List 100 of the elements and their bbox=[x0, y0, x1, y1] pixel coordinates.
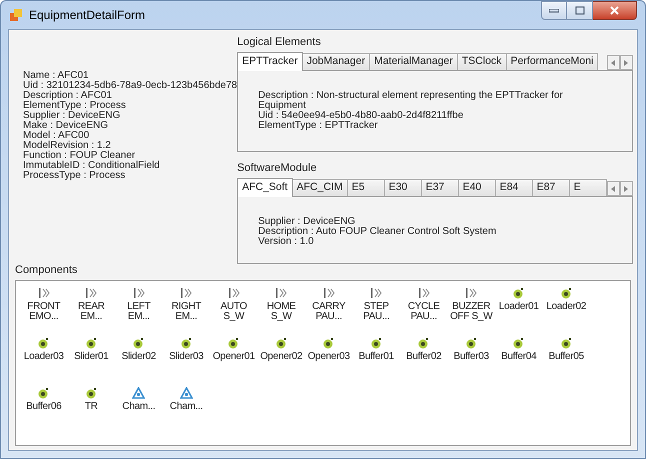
component-item[interactable]: Cham... bbox=[170, 402, 203, 412]
tab[interactable]: E37 bbox=[422, 179, 459, 196]
arrow-right-icon bbox=[624, 186, 628, 192]
property-text: ElementType : Process bbox=[23, 101, 127, 111]
switch-icon bbox=[418, 288, 430, 298]
tab[interactable]: E30 bbox=[384, 179, 422, 196]
component-item[interactable]: CYCLE PAU... bbox=[400, 302, 447, 322]
tab[interactable]: JobManager bbox=[302, 53, 370, 70]
unit-icon bbox=[38, 338, 48, 348]
tab[interactable]: PerformanceMoni bbox=[506, 53, 598, 70]
detail-text: Supplier : DeviceENG bbox=[258, 217, 356, 227]
property-text: ImmutableID : ConditionalField bbox=[23, 161, 161, 171]
detail-text: Description : Auto FOUP Cleaner Control Soft System bbox=[258, 227, 498, 237]
component-item[interactable]: Buffer04 bbox=[501, 352, 536, 362]
component-item[interactable]: HOME S_W bbox=[258, 302, 304, 322]
property-text: Uid : 32101234-5db6-78a9-0ecb-123b456bde78 bbox=[23, 81, 238, 91]
detail-text: ElementType : EPTTracker bbox=[258, 121, 379, 131]
tab[interactable]: E87 bbox=[532, 179, 570, 196]
tab[interactable]: E5 bbox=[348, 179, 385, 196]
component-item[interactable]: REAR EM... bbox=[68, 302, 114, 322]
switch-icon bbox=[228, 288, 240, 298]
component-item[interactable]: Buffer01 bbox=[358, 352, 394, 362]
component-item[interactable]: Buffer05 bbox=[548, 352, 584, 362]
arrow-right-icon bbox=[624, 60, 628, 66]
close-icon bbox=[610, 6, 619, 15]
component-item[interactable]: TR bbox=[84, 402, 98, 412]
property-text: Make : DeviceENG bbox=[23, 121, 110, 131]
arrow-left-icon bbox=[611, 186, 616, 192]
switch-icon bbox=[371, 288, 382, 298]
unit-icon bbox=[561, 288, 571, 298]
component-item[interactable]: Loader01 bbox=[498, 302, 539, 312]
unit-icon bbox=[181, 338, 191, 348]
group-label: SoftwareModule bbox=[237, 162, 318, 175]
window-title: EquipmentDetailForm bbox=[29, 7, 146, 24]
component-item[interactable]: STEP PAU... bbox=[353, 302, 400, 322]
component-item[interactable]: Buffer02 bbox=[406, 352, 442, 362]
tab-scroll-left-button[interactable] bbox=[606, 181, 620, 196]
component-item[interactable]: Buffer03 bbox=[454, 352, 489, 362]
component-item[interactable]: Slider03 bbox=[169, 352, 204, 362]
unit-icon bbox=[86, 388, 96, 398]
tab[interactable]: E40 bbox=[458, 179, 496, 196]
tab[interactable]: AFC_CIM bbox=[292, 179, 348, 196]
component-item[interactable]: Cham... bbox=[122, 402, 156, 412]
component-item[interactable]: Opener02 bbox=[260, 352, 302, 362]
tab-scroll-right-button[interactable] bbox=[620, 181, 633, 196]
unit-icon bbox=[324, 338, 334, 348]
unit-icon bbox=[134, 338, 144, 348]
minimize-icon bbox=[549, 8, 559, 12]
restore-icon bbox=[574, 6, 584, 15]
unit-icon bbox=[561, 338, 571, 348]
chamber-icon bbox=[180, 387, 193, 399]
group-label: Logical Elements bbox=[237, 36, 322, 49]
app-icon bbox=[9, 8, 23, 22]
switch-icon bbox=[86, 288, 97, 298]
unit-icon bbox=[514, 338, 524, 348]
property-text: Supplier : DeviceENG bbox=[23, 111, 122, 121]
unit-icon bbox=[514, 288, 524, 298]
switch-icon bbox=[134, 288, 144, 298]
detail-text: Uid : 54e0ee94-e5b0-4b80-aab0-2d4f8211ffbe bbox=[258, 111, 464, 121]
tab-scroll-left-button[interactable] bbox=[606, 55, 620, 70]
property-text: Function : FOUP Cleaner bbox=[23, 151, 136, 161]
component-item[interactable]: Loader02 bbox=[546, 302, 586, 312]
unit-icon bbox=[466, 338, 476, 348]
component-item[interactable]: Slider01 bbox=[74, 352, 108, 362]
tab[interactable]: EPTTracker bbox=[237, 52, 303, 71]
tab[interactable]: E84 bbox=[496, 179, 533, 196]
detail-text: Description : Non-structural element representing the EPTTracker for Equipment bbox=[258, 91, 564, 111]
component-item[interactable]: Opener01 bbox=[212, 352, 255, 362]
switch-icon bbox=[181, 288, 192, 298]
property-text: Model : AFC00 bbox=[23, 131, 90, 141]
component-item[interactable]: LEFT EM... bbox=[116, 302, 162, 322]
unit-icon bbox=[276, 338, 286, 348]
unit-icon bbox=[86, 338, 96, 348]
property-text: ProcessType : Process bbox=[23, 171, 126, 181]
tab[interactable]: E bbox=[570, 179, 607, 196]
component-item[interactable]: Buffer06 bbox=[26, 402, 62, 412]
arrow-left-icon bbox=[611, 60, 616, 66]
component-item[interactable]: Opener03 bbox=[308, 352, 350, 362]
tab[interactable]: MaterialManager bbox=[370, 53, 458, 70]
unit-icon bbox=[38, 388, 48, 398]
tab[interactable]: TSClock bbox=[458, 53, 507, 70]
component-item[interactable]: AUTO S_W bbox=[210, 302, 257, 322]
switch-icon bbox=[466, 288, 477, 298]
chamber-icon bbox=[132, 387, 146, 399]
component-item[interactable]: Loader03 bbox=[24, 352, 64, 362]
maximize-button[interactable] bbox=[567, 1, 593, 20]
minimize-button[interactable] bbox=[541, 1, 567, 20]
property-text: Description : AFC01 bbox=[23, 91, 113, 101]
detail-text: Version : 1.0 bbox=[258, 237, 315, 247]
group-label: Components bbox=[15, 264, 78, 277]
component-item[interactable]: BUZZER OFF S_W bbox=[448, 302, 494, 322]
component-item[interactable]: Slider02 bbox=[122, 352, 156, 362]
component-item[interactable]: CARRY PAU... bbox=[306, 302, 352, 322]
component-item[interactable]: RIGHT EM... bbox=[163, 302, 210, 322]
switch-icon bbox=[276, 288, 287, 298]
close-button[interactable] bbox=[593, 1, 637, 20]
property-text: ModelRevision : 1.2 bbox=[23, 141, 111, 151]
component-item[interactable]: FRONT EMO... bbox=[20, 302, 67, 322]
tab[interactable]: AFC_Soft bbox=[237, 178, 293, 197]
tab-scroll-right-button[interactable] bbox=[620, 55, 633, 70]
